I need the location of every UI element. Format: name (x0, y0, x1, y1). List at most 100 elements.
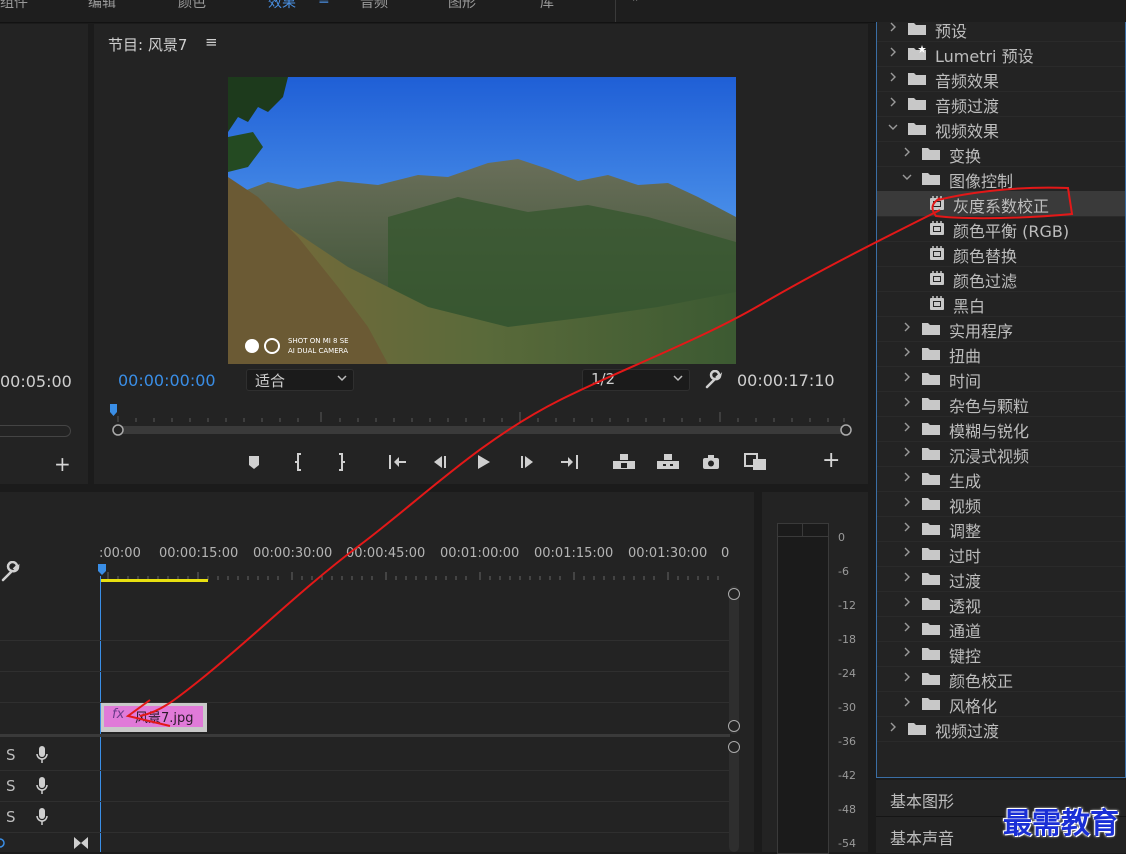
step-forward-icon[interactable] (517, 451, 539, 473)
effect-folder[interactable]: 风格化 (877, 691, 1125, 717)
workspace-menu-icon[interactable]: ≡ (318, 0, 330, 8)
chevron-right-icon[interactable] (887, 95, 899, 109)
chevron-right-icon[interactable] (901, 420, 913, 434)
chevron-right-icon[interactable] (901, 345, 913, 359)
source-add-button[interactable]: + (54, 452, 71, 476)
workspace-tab-assembly[interactable]: 组件 (0, 0, 28, 12)
solo-track-button[interactable]: S (6, 746, 16, 764)
audio-tracks-scrollbar[interactable] (729, 742, 739, 852)
export-frame-camera-icon[interactable] (700, 451, 722, 473)
timeline-clip[interactable]: fx 风景7.jpg (101, 703, 207, 732)
chevron-right-icon[interactable] (901, 645, 913, 659)
track-toggle-icon[interactable] (0, 836, 6, 850)
playback-resolution-select[interactable]: 1/2 (582, 369, 690, 391)
effect-folder[interactable]: 沉浸式视频 (877, 441, 1125, 467)
workspace-tab-audio[interactable]: 音频 (360, 0, 388, 12)
effect-folder[interactable]: 音频效果 (877, 66, 1125, 92)
chevron-right-icon[interactable] (887, 720, 899, 734)
timeline-ruler-ticks[interactable] (98, 562, 730, 584)
scrollbar-handle-bottom[interactable] (728, 720, 740, 732)
effect-folder[interactable]: 变换 (877, 141, 1125, 167)
effect-folder[interactable]: 生成 (877, 466, 1125, 492)
chevron-right-icon[interactable] (901, 495, 913, 509)
chevron-right-icon[interactable] (887, 20, 899, 34)
effect-folder[interactable]: 调整 (877, 516, 1125, 542)
effect-folder[interactable]: 预设 (877, 16, 1125, 42)
effect-folder[interactable]: 过渡 (877, 566, 1125, 592)
video-tracks-scrollbar[interactable] (729, 586, 739, 734)
workspace-overflow-icon[interactable]: » (632, 0, 641, 6)
effect-folder[interactable]: 杂色与颗粒 (877, 391, 1125, 417)
effect-folder[interactable]: 键控 (877, 641, 1125, 667)
chevron-right-icon[interactable] (901, 395, 913, 409)
effect-folder[interactable]: 透视 (877, 591, 1125, 617)
timeline-wrench-icon[interactable] (0, 561, 22, 583)
workspace-tab-graphics[interactable]: 图形 (448, 0, 476, 12)
effect-folder[interactable]: 时间 (877, 366, 1125, 392)
work-area-bar[interactable] (101, 579, 208, 582)
chevron-down-icon[interactable] (887, 120, 899, 134)
effect-item[interactable]: 黑白 (877, 291, 1125, 317)
effect-folder[interactable]: 视频过渡 (877, 716, 1125, 742)
program-current-timecode[interactable]: 00:00:00:00 (118, 371, 216, 390)
source-scrollbar[interactable] (0, 425, 71, 437)
extract-icon[interactable] (655, 451, 681, 473)
effect-folder[interactable]: 颜色校正 (877, 666, 1125, 692)
comparison-view-icon[interactable] (743, 451, 769, 473)
effect-folder[interactable]: 视频效果 (877, 116, 1125, 142)
chevron-right-icon[interactable] (901, 595, 913, 609)
playhead-marker[interactable] (110, 404, 117, 416)
workspace-tab-effects[interactable]: 效果 (268, 0, 296, 12)
solo-track-button[interactable]: S (6, 777, 16, 795)
play-icon[interactable] (472, 451, 494, 473)
effect-folder[interactable]: Lumetri 预设 (877, 41, 1125, 67)
effect-item[interactable]: 颜色平衡 (RGB) (877, 216, 1125, 242)
clip-fx-badge[interactable]: fx (112, 707, 124, 722)
effect-item[interactable]: 颜色过滤 (877, 266, 1125, 292)
lift-icon[interactable] (611, 451, 637, 473)
program-monitor-title[interactable]: 节目: 风景7 (108, 34, 187, 55)
microphone-icon[interactable] (35, 807, 49, 827)
microphone-icon[interactable] (35, 776, 49, 796)
microphone-icon[interactable] (35, 745, 49, 765)
chevron-right-icon[interactable] (901, 320, 913, 334)
panel-menu-icon[interactable]: ≡ (205, 33, 218, 51)
chevron-right-icon[interactable] (901, 445, 913, 459)
chevron-right-icon[interactable] (901, 145, 913, 159)
chevron-right-icon[interactable] (901, 670, 913, 684)
effect-folder[interactable]: 音频过渡 (877, 91, 1125, 117)
mark-out-icon[interactable] (329, 451, 351, 473)
mark-in-icon[interactable] (289, 451, 311, 473)
chevron-right-icon[interactable] (901, 370, 913, 384)
effect-folder[interactable]: 扭曲 (877, 341, 1125, 367)
video-audio-divider[interactable] (0, 734, 730, 737)
go-to-in-icon[interactable] (386, 451, 408, 473)
chevron-right-icon[interactable] (901, 470, 913, 484)
chevron-down-icon[interactable] (901, 170, 913, 184)
fit-zoom-select[interactable]: 适合 (246, 369, 354, 391)
program-add-button[interactable]: + (822, 448, 840, 473)
chevron-right-icon[interactable] (887, 70, 899, 84)
workspace-tab-color[interactable]: 颜色 (178, 0, 206, 12)
scrollbar-handle-top[interactable] (728, 588, 740, 600)
effect-item[interactable]: 颜色替换 (877, 241, 1125, 267)
program-time-ruler[interactable] (108, 402, 856, 438)
effect-folder[interactable]: 图像控制 (877, 166, 1125, 192)
effect-folder[interactable]: 模糊与锐化 (877, 416, 1125, 442)
workspace-tab-editing[interactable]: 编辑 (88, 0, 116, 12)
workspace-tab-libraries[interactable]: 库 (540, 0, 554, 12)
chevron-right-icon[interactable] (901, 545, 913, 559)
chevron-right-icon[interactable] (901, 520, 913, 534)
effect-folder[interactable]: 实用程序 (877, 316, 1125, 342)
chevron-right-icon[interactable] (887, 45, 899, 59)
chevron-right-icon[interactable] (901, 620, 913, 634)
chevron-right-icon[interactable] (901, 695, 913, 709)
solo-track-button[interactable]: S (6, 808, 16, 826)
step-back-icon[interactable] (428, 451, 450, 473)
bowtie-icon[interactable] (73, 836, 89, 850)
chevron-right-icon[interactable] (901, 570, 913, 584)
effect-folder[interactable]: 通道 (877, 616, 1125, 642)
effect-folder[interactable]: 过时 (877, 541, 1125, 567)
timeline-playhead-marker[interactable] (98, 564, 106, 575)
effect-item[interactable]: 灰度系数校正 (877, 191, 1125, 217)
